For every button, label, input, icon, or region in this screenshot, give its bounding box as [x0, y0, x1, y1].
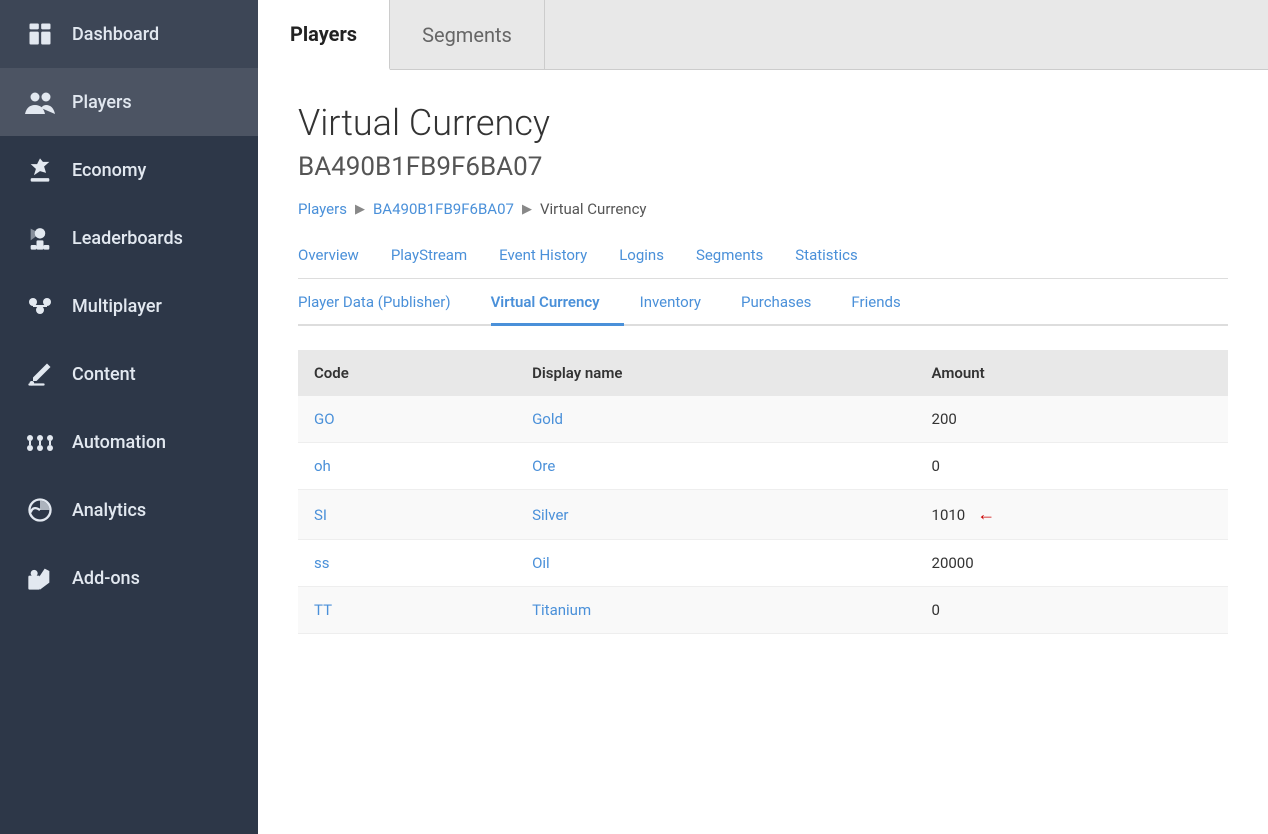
nav-tab-event-history[interactable]: Event History [499, 246, 587, 278]
cell-code[interactable]: TT [298, 587, 516, 634]
dashboard-icon [24, 18, 56, 50]
nav-tab-logins[interactable]: Logins [619, 246, 664, 278]
cell-amount: 1010← [916, 490, 1228, 540]
sidebar-label-content: Content [72, 364, 136, 385]
cell-display-name[interactable]: Titanium [516, 587, 915, 634]
virtual-currency-table: Code Display name Amount GOGold200ohOre0… [298, 350, 1228, 634]
sidebar-label-dashboard: Dashboard [72, 24, 159, 45]
sidebar-item-multiplayer[interactable]: Multiplayer [0, 272, 258, 340]
table-row: TTTitanium0 [298, 587, 1228, 634]
sidebar-item-automation[interactable]: Automation [0, 408, 258, 476]
sidebar-item-leaderboards[interactable]: Leaderboards [0, 204, 258, 272]
cell-amount: 0 [916, 587, 1228, 634]
content-icon [24, 358, 56, 390]
tab-players[interactable]: Players [258, 0, 390, 70]
main-content: Players Segments Virtual Currency BA490B… [258, 0, 1268, 834]
nav-tab-segments[interactable]: Segments [696, 246, 763, 278]
sub-tab-inventory[interactable]: Inventory [640, 279, 725, 326]
nav-tab-statistics[interactable]: Statistics [795, 246, 857, 278]
table-header-row: Code Display name Amount [298, 350, 1228, 396]
addons-icon [24, 562, 56, 594]
cell-display-name[interactable]: Gold [516, 396, 915, 443]
table-row: ssOil20000 [298, 540, 1228, 587]
table-row: SISilver1010← [298, 490, 1228, 540]
sub-tab-purchases[interactable]: Purchases [741, 279, 835, 326]
sub-tabs: Player Data (Publisher) Virtual Currency… [298, 279, 1228, 326]
economy-icon [24, 154, 56, 186]
sidebar-label-economy: Economy [72, 160, 146, 181]
sidebar-label-addons: Add-ons [72, 568, 140, 589]
cell-display-name[interactable]: Oil [516, 540, 915, 587]
leaderboards-icon [24, 222, 56, 254]
player-id-heading: BA490B1FB9F6BA07 [298, 152, 1228, 182]
page-content: Virtual Currency BA490B1FB9F6BA07 Player… [258, 70, 1268, 834]
nav-tab-overview[interactable]: Overview [298, 246, 359, 278]
sidebar-item-economy[interactable]: Economy [0, 136, 258, 204]
sidebar-item-dashboard[interactable]: Dashboard [0, 0, 258, 68]
breadcrumb-playerid-link[interactable]: BA490B1FB9F6BA07 [373, 200, 514, 218]
table-row: ohOre0 [298, 443, 1228, 490]
sidebar-item-addons[interactable]: Add-ons [0, 544, 258, 612]
breadcrumb-sep-1: ▶ [355, 202, 365, 217]
page-title: Virtual Currency [298, 102, 1228, 144]
nav-tabs: Overview PlayStream Event History Logins… [298, 246, 1228, 279]
cell-amount: 20000 [916, 540, 1228, 587]
sidebar-label-multiplayer: Multiplayer [72, 296, 162, 317]
table-body: GOGold200ohOre0SISilver1010←ssOil20000TT… [298, 396, 1228, 634]
breadcrumb-current: Virtual Currency [540, 200, 647, 218]
highlight-arrow-icon: ← [977, 504, 995, 525]
sidebar-label-leaderboards: Leaderboards [72, 228, 183, 249]
sub-tab-virtual-currency[interactable]: Virtual Currency [491, 279, 624, 326]
breadcrumb-sep-2: ▶ [522, 202, 532, 217]
sidebar-label-players: Players [72, 92, 132, 113]
automation-icon [24, 426, 56, 458]
sidebar-label-automation: Automation [72, 432, 166, 453]
col-header-display-name: Display name [516, 350, 915, 396]
cell-code[interactable]: SI [298, 490, 516, 540]
sidebar-item-players[interactable]: Players [0, 68, 258, 136]
cell-display-name[interactable]: Ore [516, 443, 915, 490]
sidebar: Dashboard Players Economy [0, 0, 258, 834]
cell-display-name[interactable]: Silver [516, 490, 915, 540]
col-header-code: Code [298, 350, 516, 396]
cell-code[interactable]: ss [298, 540, 516, 587]
sidebar-item-analytics[interactable]: Analytics [0, 476, 258, 544]
analytics-icon [24, 494, 56, 526]
breadcrumb: Players ▶ BA490B1FB9F6BA07 ▶ Virtual Cur… [298, 200, 1228, 218]
nav-tab-playstream[interactable]: PlayStream [391, 246, 467, 278]
players-icon [24, 86, 56, 118]
sidebar-item-content[interactable]: Content [0, 340, 258, 408]
cell-code[interactable]: GO [298, 396, 516, 443]
top-tabs-bar: Players Segments [258, 0, 1268, 70]
sub-tab-player-data[interactable]: Player Data (Publisher) [298, 279, 475, 326]
cell-amount: 0 [916, 443, 1228, 490]
cell-code[interactable]: oh [298, 443, 516, 490]
multiplayer-icon [24, 290, 56, 322]
col-header-amount: Amount [916, 350, 1228, 396]
cell-amount: 200 [916, 396, 1228, 443]
sub-tab-friends[interactable]: Friends [851, 279, 924, 326]
table-row: GOGold200 [298, 396, 1228, 443]
sidebar-label-analytics: Analytics [72, 500, 146, 521]
breadcrumb-players-link[interactable]: Players [298, 200, 347, 218]
tab-segments[interactable]: Segments [390, 0, 545, 69]
